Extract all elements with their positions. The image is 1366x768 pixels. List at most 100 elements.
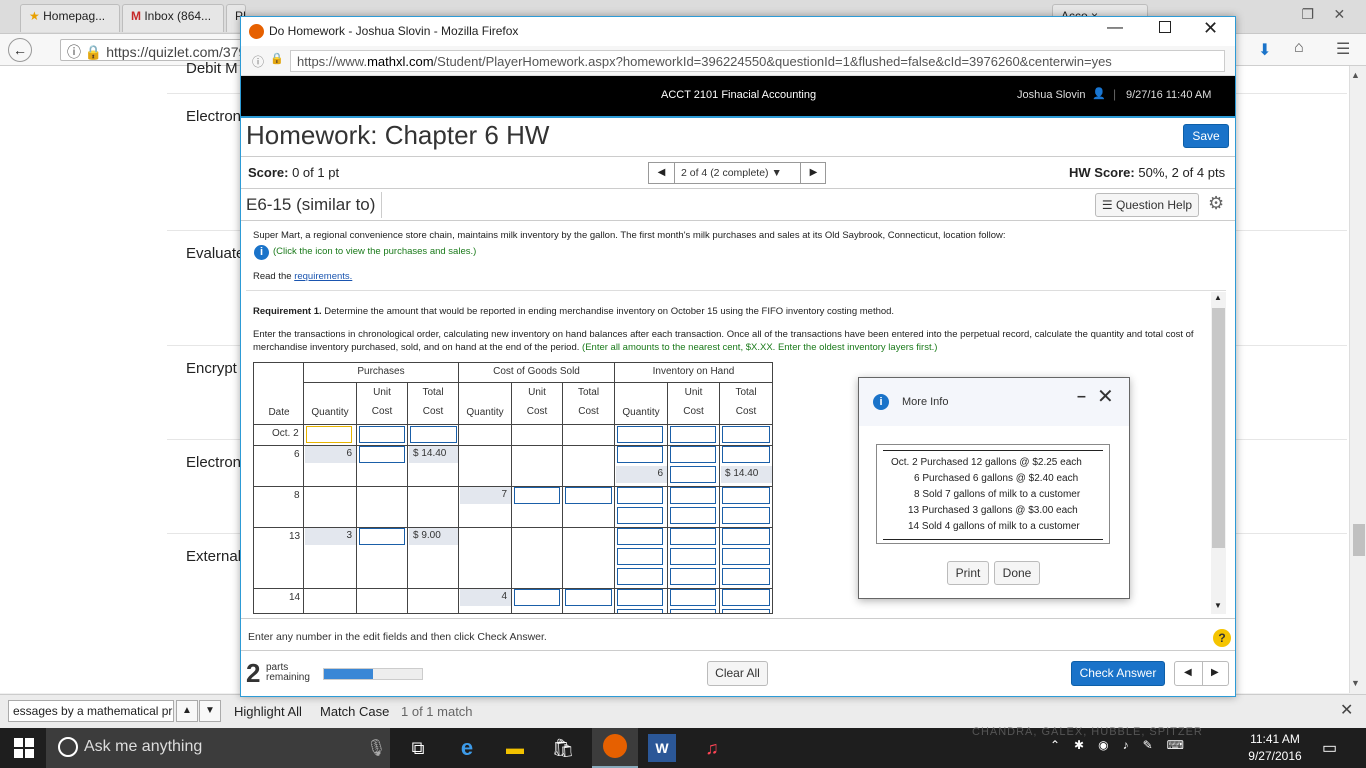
- inventory-unit-cost-input[interactable]: [670, 466, 716, 483]
- edge-icon[interactable]: e: [453, 734, 481, 762]
- bg-url-text: https://quizlet.com/3799: [106, 44, 250, 60]
- save-button[interactable]: Save: [1183, 124, 1229, 148]
- bg-url-bar[interactable]: ⓘ 🔒 https://quizlet.com/3799: [60, 39, 250, 61]
- window-title: Do Homework - Joshua Slovin - Mozilla Fi…: [269, 24, 519, 38]
- question-select[interactable]: 2 of 4 (2 complete) ▼: [681, 167, 782, 179]
- windows-start-icon[interactable]: [14, 738, 34, 758]
- inventory-unit-cost-input[interactable]: [670, 548, 716, 565]
- inventory-total-cost-input[interactable]: [722, 589, 770, 606]
- close-find-icon[interactable]: ✕: [1340, 700, 1353, 720]
- inventory-unit-cost-input[interactable]: [670, 609, 716, 613]
- window-url-field[interactable]: https://www.mathxl.com/Student/PlayerHom…: [290, 50, 1225, 72]
- inventory-qty-input[interactable]: [617, 589, 663, 606]
- notifications-icon[interactable]: ▭: [1322, 738, 1337, 758]
- scroll-down-icon[interactable]: ▼: [1214, 601, 1222, 610]
- close-window-button[interactable]: ✕: [1203, 18, 1218, 39]
- inventory-total-cost-input[interactable]: [722, 609, 770, 613]
- match-case-button[interactable]: Match Case: [320, 704, 389, 719]
- purchase-unit-cost-input[interactable]: [359, 446, 405, 463]
- bg-tab[interactable]: ★ Homepag...: [20, 4, 120, 32]
- inventory-total-cost-input[interactable]: [722, 507, 770, 524]
- cogs-unit-cost-input[interactable]: [514, 487, 560, 504]
- inventory-qty-input[interactable]: [617, 548, 663, 565]
- help-icon[interactable]: ?: [1213, 629, 1231, 647]
- next-question-button[interactable]: ▶: [800, 163, 826, 183]
- inventory-total-cost-input[interactable]: [722, 426, 770, 443]
- cogs-total-cost-input[interactable]: [565, 487, 612, 504]
- find-prev-button[interactable]: ▲: [176, 700, 198, 722]
- next-question-button[interactable]: ▶: [1211, 667, 1219, 678]
- check-answer-button[interactable]: Check Answer: [1071, 661, 1165, 686]
- cortana-search-box[interactable]: Ask me anything: [46, 728, 390, 768]
- inventory-qty-input[interactable]: [617, 568, 663, 585]
- gear-icon[interactable]: ⚙: [1208, 193, 1224, 214]
- prev-question-button[interactable]: ◀: [649, 163, 675, 183]
- inventory-total-cost-input[interactable]: [722, 548, 770, 565]
- scroll-thumb[interactable]: [1353, 524, 1365, 556]
- inventory-qty-input[interactable]: [617, 446, 663, 463]
- minimize-dialog-icon[interactable]: –: [1077, 388, 1086, 406]
- inventory-qty-input[interactable]: [617, 487, 663, 504]
- bg-tab[interactable]: M Inbox (864...: [122, 4, 224, 32]
- inventory-qty-input[interactable]: [617, 426, 663, 443]
- itunes-icon[interactable]: ♫: [698, 734, 726, 762]
- scroll-down-icon[interactable]: ▼: [1351, 678, 1360, 688]
- bg-window-controls[interactable]: ❐ ✕: [1282, 6, 1362, 23]
- bg-scrollbar[interactable]: ▲ ▼: [1349, 66, 1366, 693]
- inventory-qty-input[interactable]: [617, 507, 663, 524]
- firefox-taskbar-button[interactable]: [592, 728, 638, 768]
- inventory-qty-input[interactable]: [617, 528, 663, 545]
- col-inv-qty: Quantity: [622, 407, 660, 418]
- requirements-link[interactable]: requirements.: [294, 271, 352, 282]
- scroll-up-icon[interactable]: ▲: [1214, 293, 1222, 302]
- system-tray-icons[interactable]: ⌃✱◉♪✎⌨: [1050, 738, 1198, 752]
- info-icon[interactable]: i: [254, 245, 269, 260]
- inventory-unit-cost-input[interactable]: [670, 528, 716, 545]
- purchase-unit-cost-input[interactable]: [359, 528, 405, 545]
- inventory-unit-cost-input[interactable]: [670, 507, 716, 524]
- menu-icon[interactable]: ☰: [1336, 39, 1350, 59]
- store-icon[interactable]: 🛍: [549, 734, 577, 762]
- inventory-unit-cost-input[interactable]: [670, 589, 716, 606]
- task-view-icon[interactable]: ⧉: [404, 734, 432, 762]
- download-icon[interactable]: ⬇: [1258, 40, 1271, 60]
- tray-clock[interactable]: 11:41 AM 9/27/2016: [1240, 731, 1310, 765]
- inventory-qty-input[interactable]: [617, 609, 663, 613]
- inventory-total-cost-input[interactable]: [722, 568, 770, 585]
- info-icon[interactable]: ⓘ: [252, 53, 264, 70]
- scroll-thumb[interactable]: [1212, 308, 1225, 548]
- purchase-qty-input[interactable]: [306, 426, 352, 443]
- find-next-button[interactable]: ▼: [199, 700, 221, 722]
- question-help-button[interactable]: ☰ Question Help: [1095, 193, 1199, 217]
- parts-progress-bar: [323, 668, 423, 680]
- purchase-total-cost-input[interactable]: [410, 426, 457, 443]
- inventory-unit-cost-input[interactable]: [670, 446, 716, 463]
- inventory-total-cost-input[interactable]: [722, 446, 770, 463]
- cogs-total-cost-input[interactable]: [565, 589, 612, 606]
- highlight-all-button[interactable]: Highlight All: [234, 704, 302, 719]
- find-input[interactable]: essages by a mathematical pr: [8, 700, 174, 722]
- scroll-up-icon[interactable]: ▲: [1351, 70, 1360, 80]
- cogs-unit-cost-input[interactable]: [514, 589, 560, 606]
- content-scrollbar[interactable]: ▲ ▼: [1211, 292, 1226, 614]
- minimize-button[interactable]: —: [1107, 19, 1123, 37]
- word-icon[interactable]: W: [648, 734, 676, 762]
- home-icon[interactable]: ⌂: [1294, 39, 1304, 57]
- close-dialog-icon[interactable]: ✕: [1097, 384, 1114, 409]
- back-button[interactable]: ←: [8, 38, 32, 62]
- user-name[interactable]: Joshua Slovin: [1017, 89, 1086, 101]
- inventory-total-cost-input[interactable]: [722, 487, 770, 504]
- purchase-unit-cost-input[interactable]: [359, 426, 405, 443]
- file-explorer-icon[interactable]: ▬: [501, 734, 529, 762]
- microphone-icon[interactable]: 🎙: [366, 738, 386, 758]
- print-button[interactable]: Print: [947, 561, 989, 585]
- clear-all-button[interactable]: Clear All: [707, 661, 768, 686]
- inventory-unit-cost-input[interactable]: [670, 568, 716, 585]
- info-link[interactable]: (Click the icon to view the purchases an…: [273, 246, 476, 257]
- prev-question-button[interactable]: ◀: [1184, 667, 1192, 678]
- done-button[interactable]: Done: [994, 561, 1040, 585]
- maximize-button[interactable]: [1159, 21, 1171, 33]
- inventory-unit-cost-input[interactable]: [670, 426, 716, 443]
- inventory-unit-cost-input[interactable]: [670, 487, 716, 504]
- inventory-total-cost-input[interactable]: [722, 528, 770, 545]
